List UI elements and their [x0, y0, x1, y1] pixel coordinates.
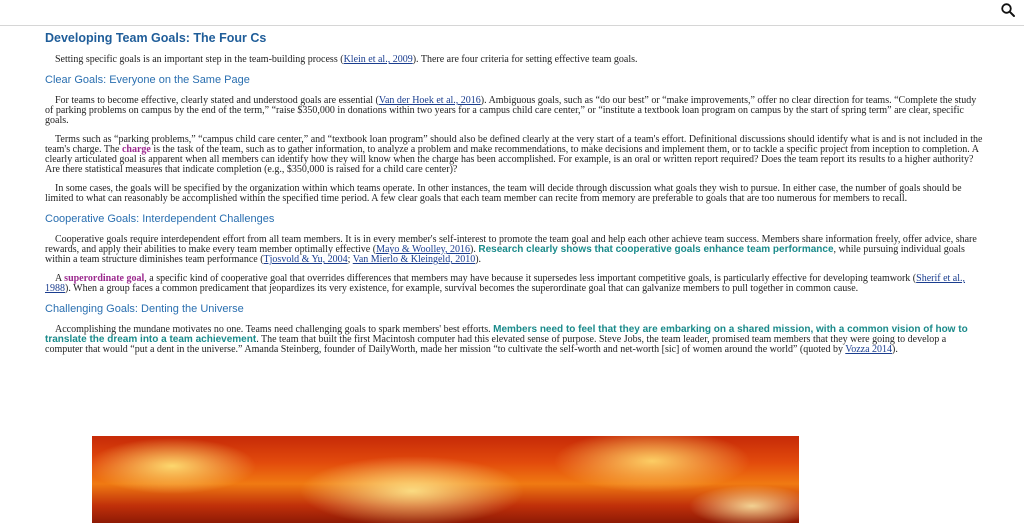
section-heading-clear-goals: Clear Goals: Everyone on the Same Page [45, 74, 250, 86]
paragraph: In some cases, the goals will be specifi… [45, 183, 962, 204]
article: Developing Team Goals: The Four Cs Setti… [45, 28, 985, 364]
paragraph: A superordinate goal, a specific kind of… [45, 273, 966, 294]
page-title: Developing Team Goals: The Four Cs [45, 31, 267, 45]
section-heading-cooperative-goals: Cooperative Goals: Interdependent Challe… [45, 213, 275, 225]
intro-paragraph: Setting specific goals is an important s… [55, 54, 638, 65]
search-icon[interactable] [1000, 2, 1016, 18]
top-bar [0, 0, 1024, 26]
highlighted-text: Research clearly shows that cooperative … [478, 244, 834, 255]
paragraph: For teams to become effective, clearly s… [45, 95, 977, 126]
citation-link[interactable]: Vozza 2014 [845, 344, 892, 355]
paragraph: Terms such as “parking problems,” “campu… [45, 134, 983, 175]
citation-link[interactable]: Klein et al., 2009 [344, 54, 413, 65]
citation-link[interactable]: Tjosvold & Yu, 2004 [264, 254, 348, 265]
citation-link[interactable]: Van Mierlo & Kleingeld, 2010 [353, 254, 475, 265]
fire-image [92, 436, 799, 523]
paragraph: Cooperative goals require interdependent… [45, 234, 977, 265]
paragraph: Accomplishing the mundane motivates no o… [45, 324, 968, 355]
section-heading-challenging-goals: Challenging Goals: Denting the Universe [45, 303, 244, 315]
